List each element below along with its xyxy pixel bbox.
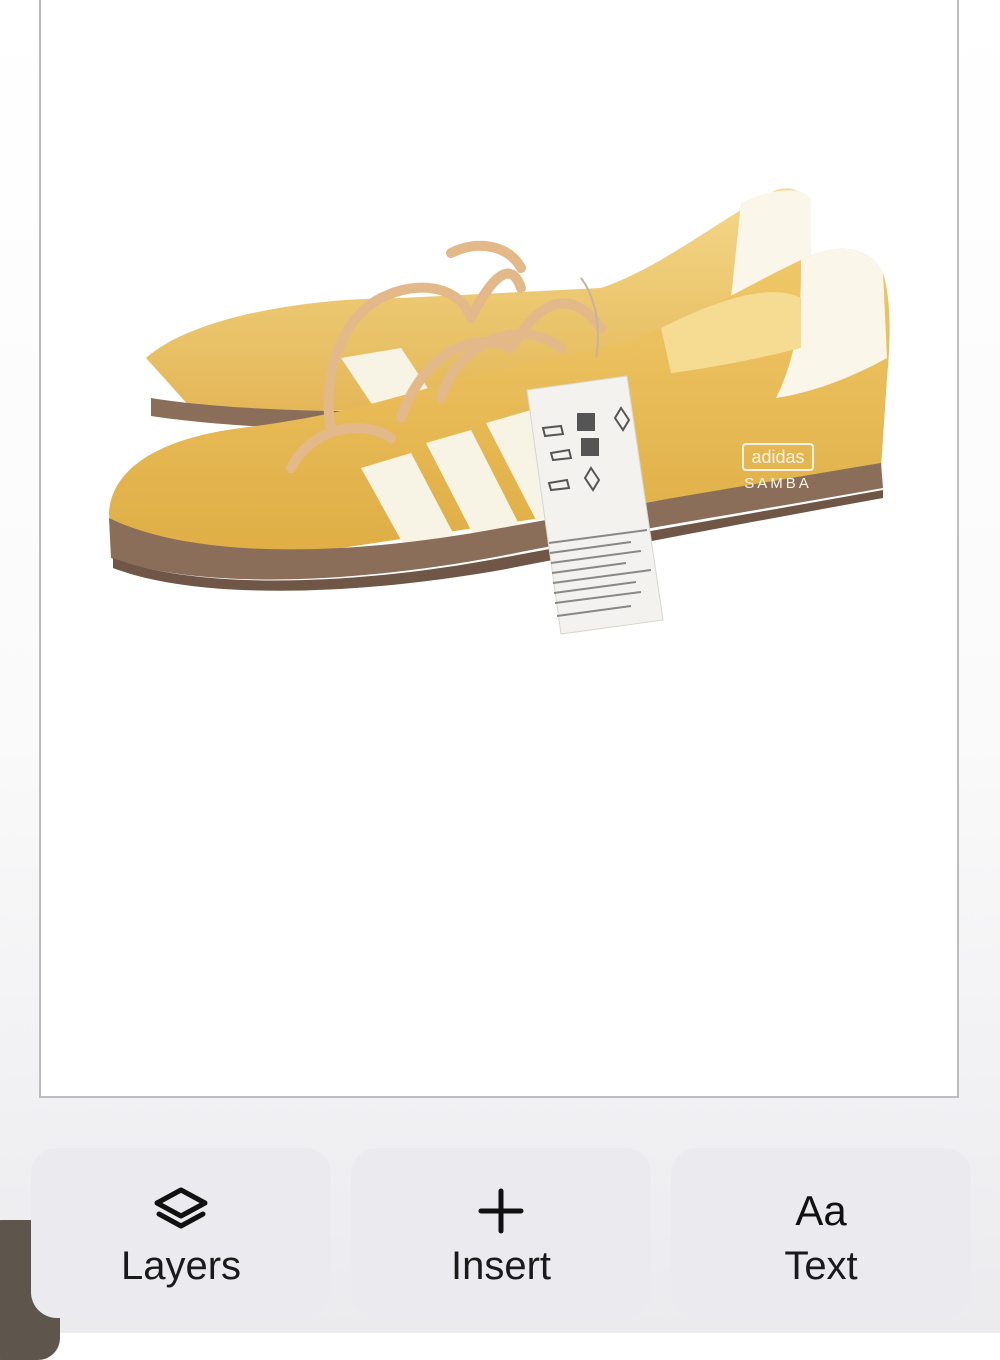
plus-icon: [476, 1182, 526, 1240]
product-photo[interactable]: adidas SAMBA: [41, 0, 961, 1100]
text-label: Text: [784, 1244, 858, 1288]
bottom-toolbar: Layers Insert Aa Text: [0, 1148, 1000, 1320]
layers-icon: [151, 1182, 211, 1240]
insert-button[interactable]: Insert: [351, 1148, 651, 1318]
design-canvas[interactable]: adidas SAMBA: [39, 0, 959, 1098]
text-icon: Aa: [795, 1187, 847, 1234]
svg-text:SAMBA: SAMBA: [744, 475, 812, 492]
svg-text:adidas: adidas: [751, 447, 804, 467]
text-button[interactable]: Aa Text: [671, 1148, 971, 1318]
layers-button[interactable]: Layers: [31, 1148, 331, 1318]
insert-label: Insert: [450, 1244, 552, 1288]
layers-label: Layers: [120, 1244, 242, 1288]
